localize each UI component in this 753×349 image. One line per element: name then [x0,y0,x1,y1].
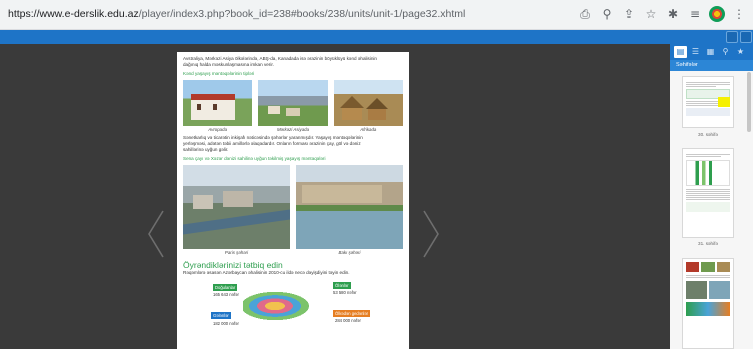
born-value: 165 643 nəfər [213,292,239,297]
fullscreen-icon[interactable] [726,31,738,43]
section-title: Öyrəndiklərinizi tətbiq edin [183,260,283,270]
sidebar-tabs: ▤ ☰ ▦ ⚲ ★ [670,44,753,60]
pages-sidebar: ▤ ☰ ▦ ⚲ ★ Səhifələr 30. səhifə 31. səhif… [670,44,753,349]
menu-icon[interactable]: ⋮ [731,6,747,22]
pages-icon[interactable]: ▤ [674,46,687,58]
europe-village-photo [183,80,253,126]
page-thumbnail-31[interactable] [682,148,734,238]
died-value: 53 580 nəfər [333,290,357,295]
died-label: Ölənlər [333,282,351,289]
profile-icon[interactable] [709,6,725,22]
previous-page-arrow-icon[interactable] [145,209,167,259]
next-page-arrow-icon[interactable] [420,209,442,259]
central-asia-village-photo [258,80,328,126]
intro-line-2: dağınıq halda məskunlaşmasına imkan veri… [183,62,274,67]
settings-icon[interactable] [740,31,752,43]
emigrated-label: Ölkədən gedənlər [333,310,371,317]
url-path: /player/index3.php?book_id=238#books/238… [138,8,466,20]
rural-heading: Kənd yaşayış məntəqələrinin tipləri [183,71,255,76]
caption-baku: Bakı şəhəri [338,250,361,255]
arrived-label: Gələnlər [211,312,231,319]
caption-europe: Avropada [208,127,228,132]
browser-toolbar: https://www.e-derslik.edu.az/player/inde… [0,0,753,30]
arrived-value: 182 000 nəfər [213,321,239,326]
coast-heading: Sena çayı və Xəzər dənizi sahilinə uyğun… [183,156,326,161]
page-thumbnail-30[interactable] [682,76,734,128]
sidebar-title: Səhifələr [670,60,753,71]
page-thumbnail-32[interactable] [682,258,734,349]
thumbnail-label-30: 30. səhifə [698,132,718,137]
baku-photo [296,165,403,249]
caption-africa: Afrikada [360,127,377,132]
list-icon[interactable]: ☰ [689,46,702,58]
extensions-icon[interactable]: ✱ [665,6,681,22]
paris-photo [183,165,290,249]
translate-icon[interactable]: ⎙ [577,6,593,22]
player-header [0,30,753,44]
zoom-icon[interactable]: ⚲ [599,6,615,22]
grid-icon[interactable]: ▦ [704,46,717,58]
africa-village-photo [333,80,403,126]
caption-central-asia: Mərkəzi Asiyada [276,127,310,132]
address-bar[interactable]: https://www.e-derslik.edu.az/player/inde… [8,8,465,20]
url-host: https://www.e-derslik.edu.az [8,8,139,20]
star-icon[interactable]: ☆ [643,6,659,22]
thumbnail-label-31: 31. səhifə [698,241,718,246]
task-line: Rəqəmlərə əsasən Azərbaycan əhalisinin 2… [183,270,350,275]
population-infographic: Doğulanlar 165 643 nəfər Ölənlər 53 580 … [183,280,403,338]
book-page: Avstraliya, Mərkəzi Asiya ölkələrində, A… [177,52,409,349]
emigrated-value: 284 000 nəfər [335,318,361,323]
middle-line-3: sahillərinə uyğun gəlir. [183,147,229,152]
caption-paris: Paris şəhəri [224,250,249,255]
share-icon[interactable]: ⇪ [621,6,637,22]
bookmark-icon[interactable]: ★ [734,46,747,58]
sidebar-scrollbar[interactable] [747,72,751,132]
born-label: Doğulanlar [213,284,238,291]
reading-list-icon[interactable]: ≡ [687,6,703,22]
search-icon[interactable]: ⚲ [719,46,732,58]
